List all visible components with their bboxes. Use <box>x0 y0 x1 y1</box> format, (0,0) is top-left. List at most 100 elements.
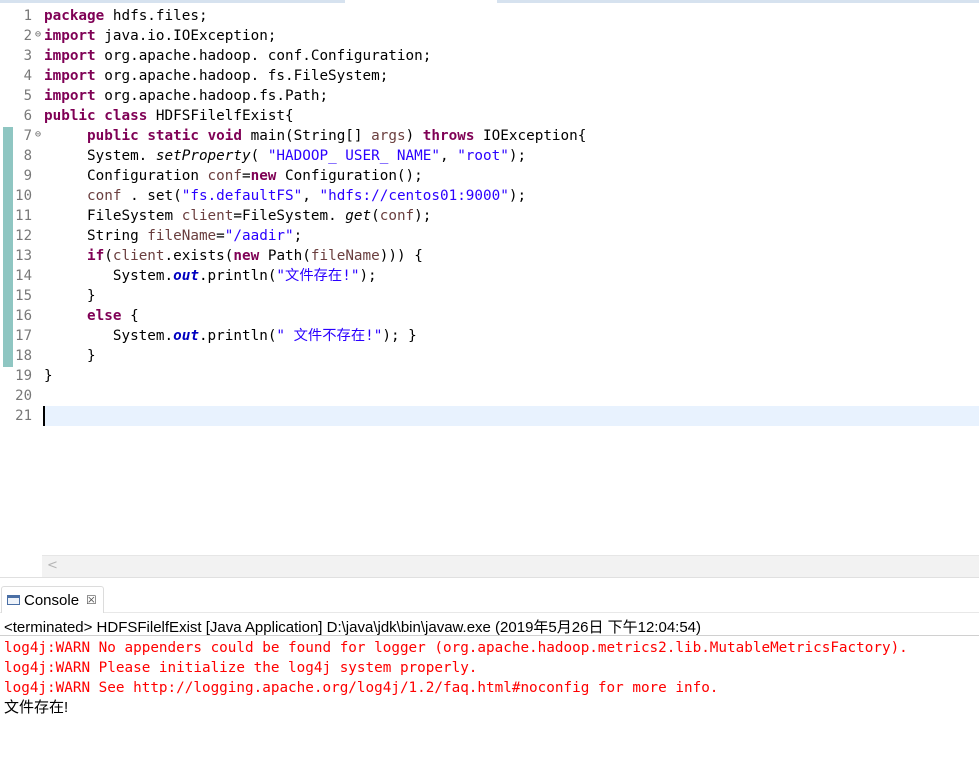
line-number: 13 <box>15 248 32 264</box>
code-token: "hdfs://centos01:9000" <box>319 188 509 204</box>
code-token: System. <box>44 148 156 164</box>
code-token: fileName <box>147 228 217 244</box>
code-token: "/aadir" <box>224 228 294 244</box>
code-token: import <box>44 48 96 64</box>
code-line[interactable]: if(client.exists(new Path(fileName))) { <box>44 246 979 266</box>
code-token: org.apache.hadoop. conf.Configuration; <box>95 48 432 64</box>
code-token: args <box>371 128 406 144</box>
code-token: org.apache.hadoop.fs.Path; <box>95 88 329 104</box>
code-token: ( <box>371 208 380 224</box>
code-token: java.io.IOException; <box>95 28 277 44</box>
code-line[interactable]: } <box>44 346 979 366</box>
console-stderr-line: log4j:WARN No appenders could be found f… <box>4 640 908 656</box>
code-line[interactable]: package hdfs.files; <box>44 6 979 26</box>
code-token: hdfs.files; <box>104 8 208 24</box>
code-token: = <box>216 228 225 244</box>
code-token: class <box>104 108 148 124</box>
code-token: main(String[] <box>242 128 372 144</box>
code-line[interactable]: import org.apache.hadoop.fs.Path; <box>44 86 979 106</box>
code-line[interactable]: } <box>44 366 979 386</box>
code-line[interactable]: public class HDFSFilelfExist{ <box>44 106 979 126</box>
code-line[interactable]: } <box>44 286 979 306</box>
line-number: 1 <box>23 8 32 24</box>
code-token: out <box>173 328 199 344</box>
code-token: "HADOOP_ USER_ NAME" <box>267 148 440 164</box>
code-line[interactable]: conf . set("fs.defaultFS", "hdfs://cento… <box>44 186 979 206</box>
code-token: HDFSFilelfExist{ <box>147 108 294 124</box>
code-token: .println( <box>198 268 277 284</box>
line-number: 17 <box>15 328 32 344</box>
code-token: conf <box>379 208 415 224</box>
code-token: else <box>87 308 122 324</box>
line-number: 6 <box>23 108 32 124</box>
console-process-status: <terminated> HDFSFilelfExist [Java Appli… <box>4 619 702 636</box>
code-token: , <box>302 188 320 204</box>
code-line[interactable]: import org.apache.hadoop. fs.FileSystem; <box>44 66 979 86</box>
code-token: "root" <box>457 148 509 164</box>
line-number: 18 <box>15 348 32 364</box>
code-token: public <box>44 108 96 124</box>
code-line[interactable]: String fileName="/aadir"; <box>44 226 979 246</box>
code-token: public <box>87 128 139 144</box>
code-token: Path( <box>259 248 311 264</box>
code-line[interactable]: System. setProperty( "HADOOP_ USER_ NAME… <box>44 146 979 166</box>
code-token: client <box>181 208 234 224</box>
code-line[interactable]: import java.io.IOException; <box>44 26 979 46</box>
code-area[interactable]: package hdfs.files; import java.io.IOExce… <box>43 6 979 426</box>
current-code-line[interactable] <box>43 406 979 426</box>
editor-top-edge <box>0 0 979 4</box>
console-stdout-line: 文件存在! <box>4 699 69 716</box>
code-line[interactable]: public static void main(String[] args) t… <box>44 126 979 146</box>
code-token: ( <box>250 148 268 164</box>
line-number: 11 <box>15 208 32 224</box>
tab-console[interactable]: Console ☒ <box>1 586 104 613</box>
console-output[interactable]: log4j:WARN No appenders could be found f… <box>4 638 979 718</box>
code-line[interactable]: System.out.println("文件存在!"); <box>44 266 979 286</box>
line-number: 2 ⊖ <box>23 26 41 44</box>
code-line[interactable]: Configuration conf=new Configuration(); <box>44 166 979 186</box>
code-token: " 文件不存在!" <box>276 328 383 344</box>
code-token: package <box>44 8 105 24</box>
console-icon <box>7 595 20 605</box>
code-token: , <box>439 148 458 164</box>
code-line[interactable]: import org.apache.hadoop. conf.Configura… <box>44 46 979 66</box>
code-editor[interactable]: 1 2 ⊖ 3 4 5 6 7 ⊖ 8 9 10 11 12 13 14 15 16 17 18 19 20 21 pack… <box>0 0 979 580</box>
code-token: String <box>44 228 148 244</box>
line-number-gutter: 1 2 ⊖ 3 4 5 6 7 ⊖ 8 9 10 11 12 13 14 15 16 17 18 19 20 21 <box>0 6 42 426</box>
code-token: .println( <box>198 328 277 344</box>
close-icon[interactable]: ☒ <box>86 593 97 607</box>
code-token: if <box>87 248 105 264</box>
code-token: ))) { <box>379 248 423 264</box>
code-line[interactable]: System.out.println(" 文件不存在!"); } <box>44 326 979 346</box>
console-stderr-line: log4j:WARN See http://logging.apache.org… <box>4 680 719 696</box>
code-line[interactable]: FileSystem client=FileSystem. get(conf); <box>44 206 979 226</box>
code-token: } <box>44 288 96 304</box>
code-token: import <box>44 28 96 44</box>
line-number: 16 <box>15 308 32 324</box>
code-line[interactable] <box>44 386 979 406</box>
line-number: 9 <box>23 168 32 184</box>
fold-collapse-icon[interactable]: ⊖ <box>35 26 41 44</box>
line-number: 5 <box>23 88 32 104</box>
code-token: System. <box>44 268 174 284</box>
code-token: out <box>173 268 199 284</box>
panel-divider[interactable] <box>0 577 979 584</box>
code-line[interactable]: else { <box>44 306 979 326</box>
code-token: ); <box>508 148 527 164</box>
code-token: .exists( <box>164 248 234 264</box>
code-token: fileName <box>310 248 380 264</box>
code-token: { <box>121 308 139 324</box>
line-number: 12 <box>15 228 32 244</box>
code-token: FileSystem <box>44 208 182 224</box>
code-token: get <box>345 208 372 224</box>
code-token: IOException{ <box>474 128 587 144</box>
code-token: ); <box>359 268 377 284</box>
code-token: conf <box>87 188 122 204</box>
horizontal-scrollbar[interactable]: < <box>42 555 979 578</box>
scroll-left-arrow-icon[interactable]: < <box>47 558 58 573</box>
fold-collapse-icon[interactable]: ⊖ <box>35 126 41 144</box>
